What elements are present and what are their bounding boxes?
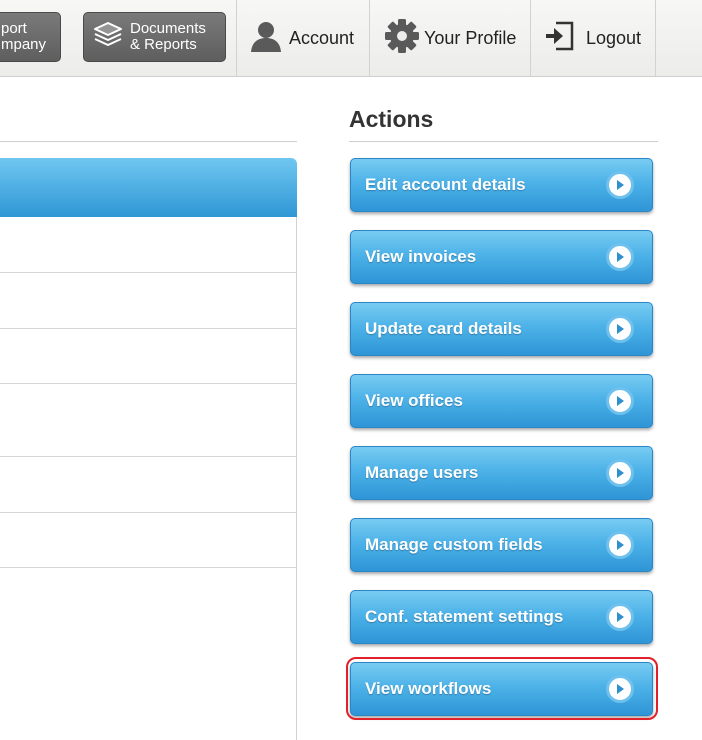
logout-label: Logout — [586, 27, 642, 48]
arrow-right-icon — [606, 531, 634, 559]
list-row-divider — [0, 383, 296, 384]
logout-nav-item[interactable]: Logout — [544, 0, 641, 76]
arrow-right-icon — [606, 315, 634, 343]
action-label: Edit account details — [365, 175, 526, 194]
arrow-right-icon — [606, 603, 634, 631]
left-panel-header — [0, 158, 297, 217]
arrow-right-icon — [606, 171, 634, 199]
your-profile-label: Your Profile — [424, 27, 517, 48]
manage-users-button[interactable]: Manage users — [350, 446, 653, 500]
actions-divider — [349, 141, 658, 142]
nav-divider — [530, 0, 531, 76]
import-company-button[interactable]: port mpany — [0, 12, 61, 62]
import-company-label: port mpany — [1, 20, 47, 53]
nav-divider — [655, 0, 656, 76]
action-label: Conf. statement settings — [365, 607, 564, 626]
documents-reports-button[interactable]: Documents & Reports — [83, 12, 226, 62]
account-label: Account — [289, 27, 355, 48]
list-row-divider — [0, 328, 296, 329]
list-row-divider — [0, 272, 296, 273]
user-icon — [249, 19, 283, 58]
documents-stack-icon — [92, 20, 124, 55]
left-panel-divider — [0, 141, 297, 142]
update-card-details-button[interactable]: Update card details — [350, 302, 653, 356]
manage-custom-fields-button[interactable]: Manage custom fields — [350, 518, 653, 572]
top-nav-bar: port mpany Documents & Reports Account Y… — [0, 0, 702, 77]
view-invoices-button[interactable]: View invoices — [350, 230, 653, 284]
arrow-right-icon — [606, 459, 634, 487]
list-row-divider — [0, 567, 296, 568]
action-label: View invoices — [365, 247, 477, 266]
account-nav-item[interactable]: Account — [249, 0, 354, 76]
edit-account-details-button[interactable]: Edit account details — [350, 158, 653, 212]
logout-icon — [544, 19, 576, 58]
conf-statement-settings-button[interactable]: Conf. statement settings — [350, 590, 653, 644]
arrow-right-icon — [606, 243, 634, 271]
list-row-divider — [0, 456, 296, 457]
gear-icon — [383, 17, 421, 60]
list-row-divider — [0, 512, 296, 513]
documents-reports-label: Documents & Reports — [130, 20, 206, 53]
view-offices-button[interactable]: View offices — [350, 374, 653, 428]
view-workflows-highlight — [346, 657, 658, 720]
arrow-right-icon — [606, 387, 634, 415]
left-panel-list — [0, 217, 297, 740]
action-label: Manage custom fields — [365, 535, 543, 554]
your-profile-nav-item[interactable]: Your Profile — [383, 0, 516, 76]
nav-divider — [236, 0, 237, 76]
action-label: View offices — [365, 391, 463, 410]
actions-heading: Actions — [349, 106, 434, 132]
action-label: Manage users — [365, 463, 479, 482]
nav-divider — [369, 0, 370, 76]
action-label: Update card details — [365, 319, 522, 338]
